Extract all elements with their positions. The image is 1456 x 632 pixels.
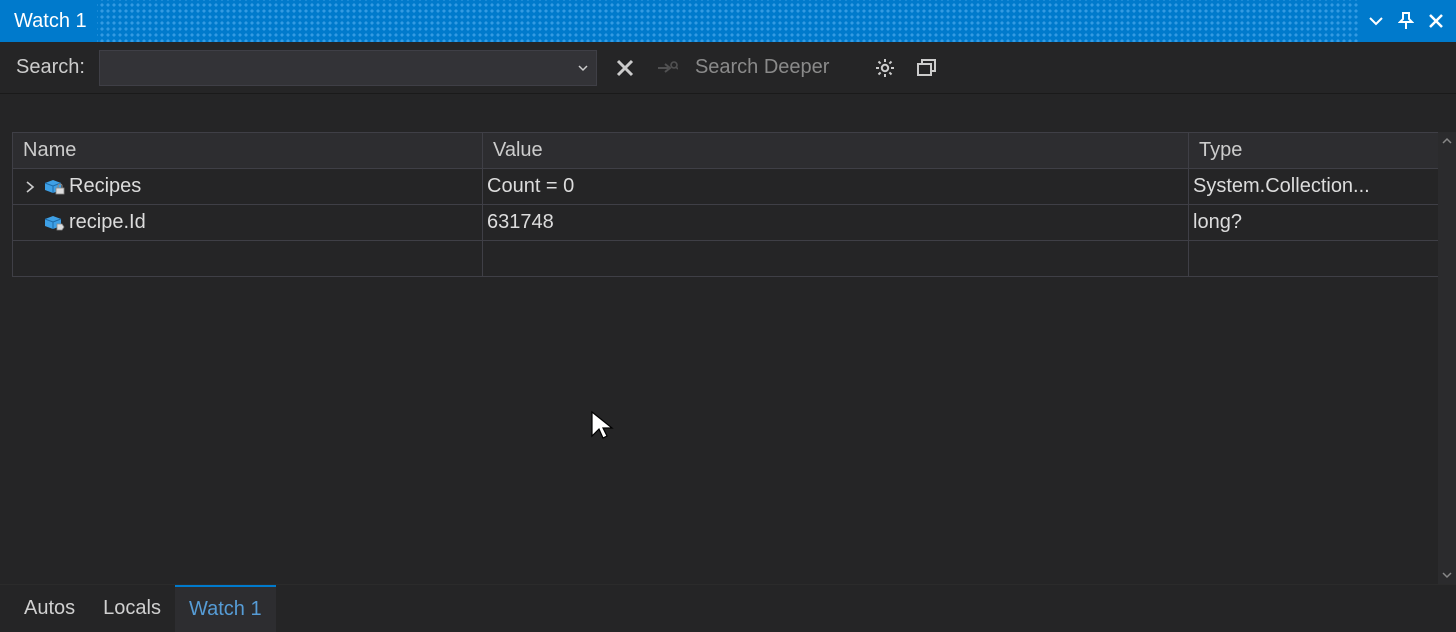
table-row-empty[interactable]	[13, 241, 1444, 277]
search-input[interactable]	[110, 57, 576, 78]
table-header-row: Name Value Type	[13, 133, 1444, 169]
search-dropdown-icon[interactable]	[576, 61, 590, 75]
watch-name: recipe.Id	[69, 211, 146, 234]
watch-type: long?	[1189, 205, 1444, 241]
watch-type: System.Collection...	[1189, 169, 1444, 205]
tab-label: Autos	[24, 597, 75, 620]
scroll-up-icon[interactable]	[1438, 132, 1456, 150]
column-header-type[interactable]: Type	[1189, 133, 1444, 169]
watch-value: 631748	[483, 205, 1189, 241]
expand-icon[interactable]	[23, 180, 37, 194]
tab-label: Watch 1	[189, 598, 262, 621]
table-row[interactable]: recipe.Id 631748 long?	[13, 205, 1444, 241]
search-deeper-icon	[653, 54, 681, 82]
tab-label: Locals	[103, 597, 161, 620]
tab-autos[interactable]: Autos	[10, 585, 89, 632]
object-locked-icon	[43, 179, 63, 195]
scroll-down-icon[interactable]	[1438, 566, 1456, 584]
watch-value: Count = 0	[483, 169, 1189, 205]
dropdown-icon[interactable]	[1366, 11, 1386, 31]
close-icon[interactable]	[1426, 11, 1446, 31]
tab-watch1[interactable]: Watch 1	[175, 585, 276, 632]
column-header-value[interactable]: Value	[483, 133, 1189, 169]
tab-locals[interactable]: Locals	[89, 585, 175, 632]
settings-icon[interactable]	[871, 54, 899, 82]
watch-grid-panel: Name Value Type	[0, 94, 1456, 584]
table-row[interactable]: Recipes Count = 0 System.Collection...	[13, 169, 1444, 205]
search-toolbar: Search: Search Deeper	[0, 42, 1456, 94]
watch-name: Recipes	[69, 175, 141, 198]
clear-search-icon[interactable]	[611, 54, 639, 82]
search-deeper-label: Search Deeper	[695, 56, 830, 79]
windows-icon[interactable]	[913, 54, 941, 82]
column-header-name[interactable]: Name	[13, 133, 483, 169]
pin-icon[interactable]	[1396, 11, 1416, 31]
vertical-scrollbar[interactable]	[1438, 132, 1456, 584]
titlebar: Watch 1	[0, 0, 1456, 42]
watch-table: Name Value Type	[12, 132, 1444, 277]
search-box[interactable]	[99, 50, 597, 86]
window-title: Watch 1	[14, 10, 87, 33]
titlebar-grip[interactable]	[97, 0, 1358, 42]
search-label: Search:	[16, 56, 85, 79]
bottom-tab-bar: Autos Locals Watch 1	[0, 584, 1456, 632]
object-tag-icon	[43, 215, 63, 231]
